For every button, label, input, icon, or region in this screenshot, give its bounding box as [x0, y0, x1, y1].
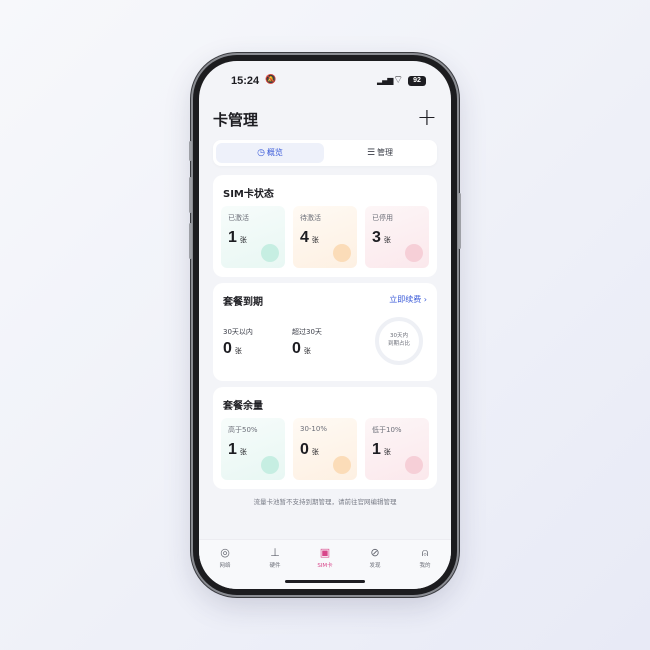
remaining-tile-low[interactable]: 低于10% 1张: [365, 418, 429, 480]
network-icon: ◎: [220, 546, 230, 559]
signal-icon: ▂▄▆: [377, 76, 394, 85]
view-segmented-control: ◷ 概览 ☰ 管理: [213, 140, 437, 166]
silent-bell-icon: 🔕: [265, 75, 277, 85]
list-icon: ☰: [366, 148, 376, 158]
battery-half-badge-icon: [333, 456, 351, 474]
page-header: 卡管理 +: [213, 103, 437, 135]
add-card-button[interactable]: +: [417, 103, 437, 131]
screen: 15:24 🔕 ▂▄▆ ⌔ 92 卡管理 + ◷ 概览 ☰ 管理 SIM卡状态 已激…: [199, 61, 451, 589]
tab-discover[interactable]: ⊘ 发现: [355, 546, 395, 569]
status-bar: 15:24 🔕 ▂▄▆ ⌔ 92: [199, 61, 451, 101]
tab-hardware[interactable]: ⊥ 硬件: [255, 546, 295, 569]
mute-switch: [189, 141, 192, 161]
expiry-ratio-ring: 30天内 到期占比: [375, 317, 423, 365]
plan-expiry-title: 套餐到期: [223, 297, 263, 308]
status-time: 15:24: [231, 75, 260, 87]
remaining-tile-high[interactable]: 高于50% 1张: [221, 418, 285, 480]
expiry-within-30-days: 30天以内 0张: [223, 328, 253, 357]
renew-now-link[interactable]: 立即续费 ›: [389, 294, 427, 305]
battery-icon: 92: [408, 76, 426, 86]
page-title: 卡管理: [213, 111, 259, 129]
battery-full-badge-icon: [261, 456, 279, 474]
clock-icon: ◷: [257, 148, 265, 158]
sim-status-card: SIM卡状态 已激活 1张 待激活 4张 已停用 3张: [213, 175, 437, 277]
footer-note: 流量卡池暂不支持到期管理，请前往官网编辑管理: [253, 498, 397, 506]
battery-low-badge-icon: [405, 456, 423, 474]
status-tile-activated[interactable]: 已激活 1张: [221, 206, 285, 268]
phone-frame: 15:24 🔕 ▂▄▆ ⌔ 92 卡管理 + ◷ 概览 ☰ 管理 SIM卡状态 已激…: [189, 55, 461, 595]
check-badge-icon: [261, 244, 279, 262]
remaining-tile-medium[interactable]: 30-10% 0张: [293, 418, 357, 480]
user-icon: ⍝: [421, 546, 429, 559]
hourglass-badge-icon: [333, 244, 351, 262]
compass-icon: ⊘: [370, 546, 380, 559]
plan-remaining-title: 套餐余量: [223, 401, 263, 412]
wifi-icon: ⌔: [393, 73, 404, 86]
tab-sim-card[interactable]: ▣ SIM卡: [305, 546, 345, 569]
status-tile-stopped[interactable]: 已停用 3张: [365, 206, 429, 268]
plan-expiry-card: 套餐到期 立即续费 › 30天以内 0张 超过30天 0张 30天内 到期占比: [213, 283, 437, 381]
tab-mine[interactable]: ⍝ 我的: [405, 546, 445, 569]
plan-remaining-card: 套餐余量 高于50% 1张 30-10% 0张 低于10% 1张: [213, 387, 437, 489]
tab-overview[interactable]: ◷ 概览: [216, 143, 324, 163]
home-indicator[interactable]: [285, 580, 365, 583]
sim-card-icon: ▣: [319, 546, 331, 559]
power-button: [458, 193, 461, 249]
tab-network[interactable]: ◎ 网络: [205, 546, 245, 569]
tab-manage[interactable]: ☰ 管理: [326, 143, 434, 163]
sim-status-title: SIM卡状态: [223, 189, 274, 200]
stop-badge-icon: [405, 244, 423, 262]
router-icon: ⊥: [270, 546, 280, 559]
volume-down-button: [189, 223, 192, 259]
volume-up-button: [189, 177, 192, 213]
status-tile-pending[interactable]: 待激活 4张: [293, 206, 357, 268]
expiry-over-30-days: 超过30天 0张: [292, 328, 322, 357]
